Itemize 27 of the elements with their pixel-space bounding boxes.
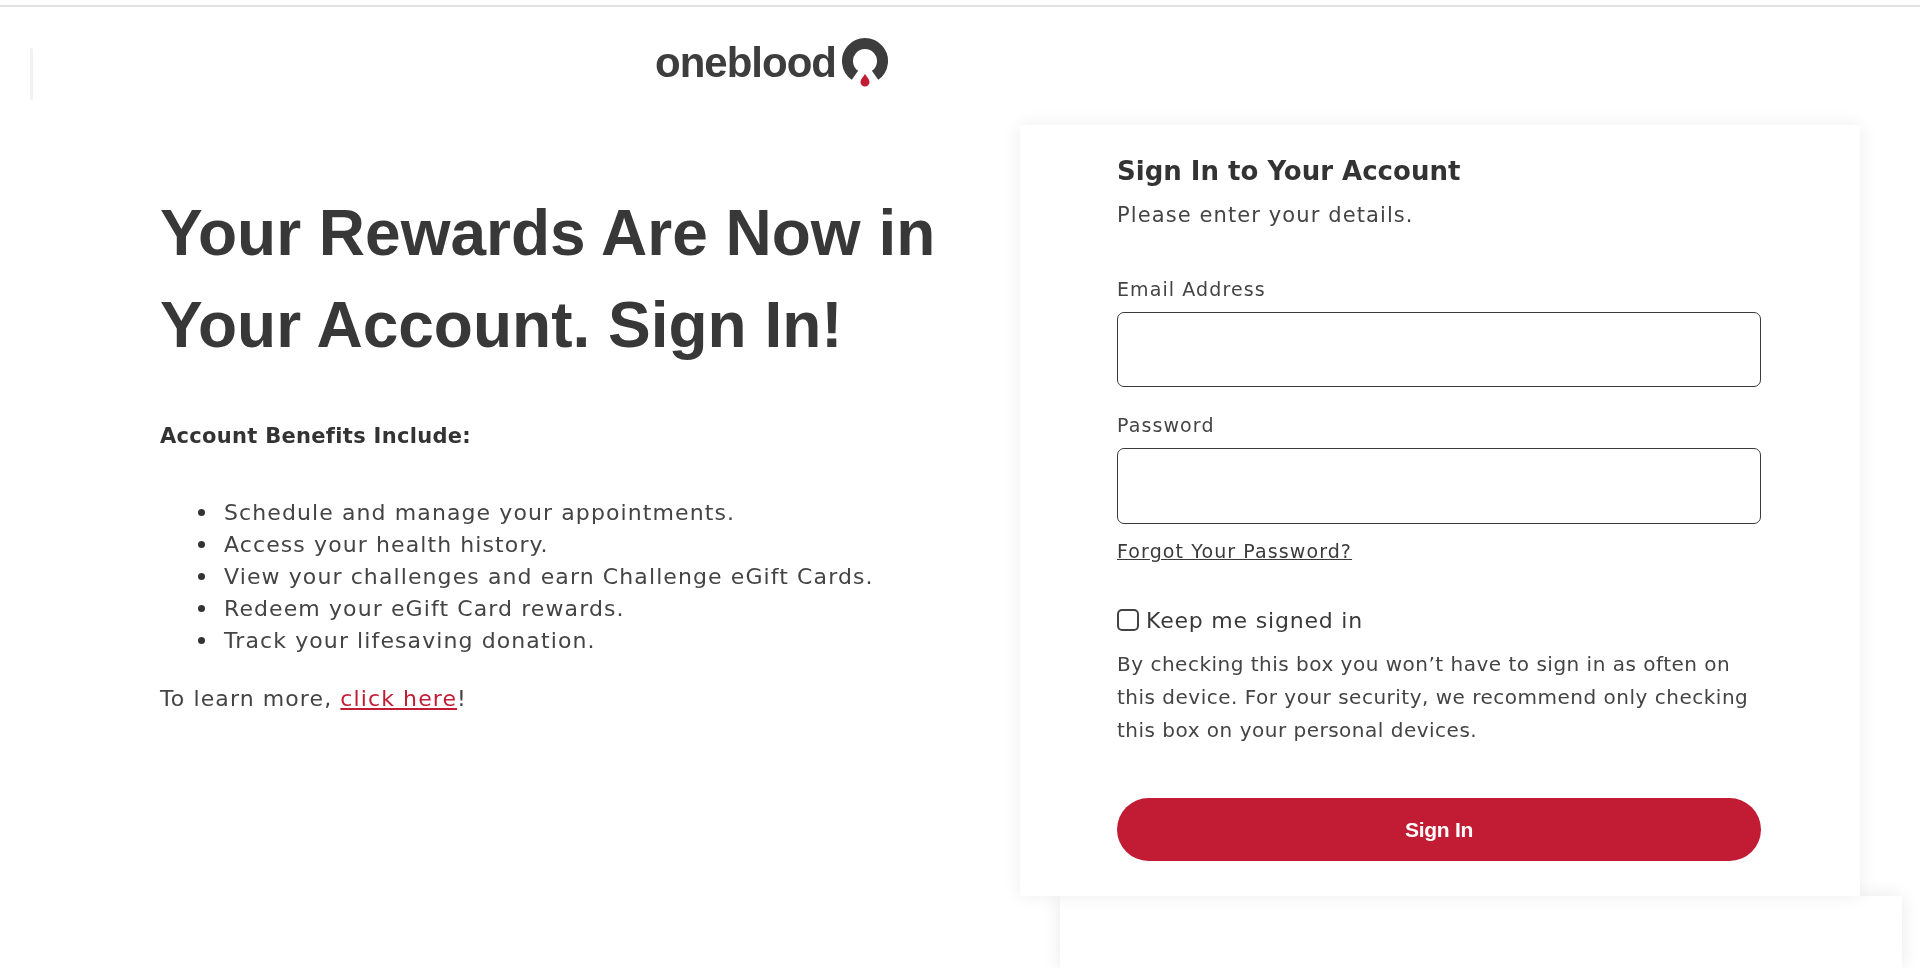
keep-signed-in-label[interactable]: Keep me signed in [1146, 607, 1363, 633]
input-field[interactable] [1117, 448, 1761, 524]
forgot-password-link[interactable]: Forgot Your Password? [1117, 538, 1353, 564]
bullet-icon [198, 540, 205, 548]
bullet-icon [198, 604, 205, 612]
bullet-icon [198, 508, 205, 516]
promo-heading: Your Rewards Are Now in Your Account. Sign In! [160, 196, 937, 363]
benefit-item: Schedule and manage your appointments. [224, 499, 736, 525]
learn-more-link[interactable]: click here [340, 686, 458, 711]
field-label: Password [1117, 413, 1215, 438]
horseshoe-drop-icon [840, 37, 889, 87]
logo-text[interactable]: oneblood [655, 37, 836, 87]
checkbox[interactable] [1117, 609, 1139, 631]
benefit-item: Redeem your eGift Card rewards. [224, 595, 625, 621]
benefit-item: Track your lifesaving donation. [224, 627, 596, 653]
sign-in-button[interactable]: Sign In [1117, 798, 1761, 861]
card-subtitle: Please enter your details. [1117, 202, 1414, 229]
input-field[interactable] [1117, 312, 1761, 387]
benefit-item: View your challenges and earn Challenge eGift Cards. [224, 563, 874, 589]
field-label: Email Address [1117, 277, 1266, 302]
learn-more-text: To learn more, click here! [160, 685, 468, 713]
bullet-icon [198, 572, 205, 580]
bullet-icon [198, 636, 205, 644]
card-title: Sign In to Your Account [1117, 155, 1461, 188]
benefit-item: Access your health history. [224, 531, 549, 557]
remember-note: By checking this box you won’t have to sign in as often on this device. For your security, we recommend only checking this box on your personal devices. [1117, 651, 1750, 744]
benefits-title: Account Benefits Include: [160, 423, 472, 450]
